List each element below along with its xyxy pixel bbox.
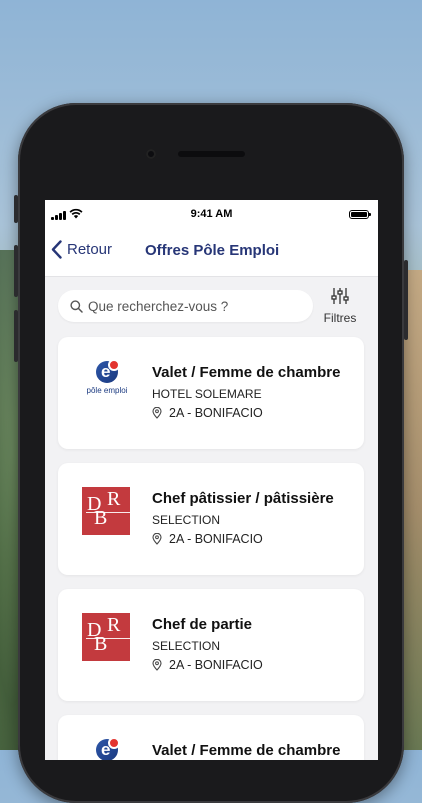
earpiece-speaker [178, 151, 245, 157]
search-input[interactable] [88, 298, 298, 314]
offer-card[interactable]: e Valet / Femme de chambre [58, 715, 364, 760]
battery-icon [349, 210, 371, 219]
offer-title: Valet / Femme de chambre [152, 364, 341, 381]
back-label: Retour [67, 241, 113, 258]
page-title: Offres Pôle Emploi [145, 242, 280, 259]
volume-down-button [14, 310, 18, 362]
volume-up-button [14, 245, 18, 297]
pole-emploi-logo-text: pôle emploi [86, 386, 128, 395]
sliders-icon [331, 288, 349, 304]
pole-emploi-logo: e pôle emploi [82, 359, 132, 411]
offer-location: 2A - BONIFACIO [152, 532, 263, 546]
db-logo: DRB [82, 487, 132, 537]
back-button[interactable]: Retour [51, 240, 112, 259]
offer-title: Chef de partie [152, 616, 253, 633]
offer-title: Chef pâtissier / pâtissière [152, 490, 334, 507]
offer-company: HOTEL SOLEMARE [152, 387, 262, 401]
front-camera [146, 149, 156, 159]
offer-company: SELECTION [152, 639, 221, 653]
location-pin-icon [152, 533, 162, 545]
navigation-bar: Retour Offres Pôle Emploi [45, 228, 378, 277]
search-row: Filtres [45, 277, 378, 327]
search-bar[interactable] [58, 290, 313, 322]
app-screen: 9:41 AM Retour Offres Pôle Emploi Que re… [45, 200, 378, 760]
offer-location: 2A - BONIFACIO [152, 406, 263, 420]
location-pin-icon [152, 407, 162, 419]
search-icon [70, 299, 83, 313]
mute-switch [14, 195, 18, 223]
status-time: 9:41 AM [190, 208, 233, 220]
offer-location-text: 2A - BONIFACIO [169, 406, 263, 420]
db-logo: DRB [82, 613, 132, 663]
offer-card[interactable]: e pôle emploi Valet / Femme de chambre H… [58, 337, 364, 449]
offer-company: SELECTION [152, 513, 221, 527]
filters-label: Filtres [323, 311, 357, 325]
offer-location-text: 2A - BONIFACIO [169, 532, 263, 546]
chevron-left-icon [51, 240, 62, 259]
status-bar: 9:41 AM [45, 200, 378, 228]
offer-card[interactable]: DRB Chef pâtissier / pâtissière SELECTIO… [58, 463, 364, 575]
offers-list: e pôle emploi Valet / Femme de chambre H… [58, 337, 365, 760]
offer-card[interactable]: DRB Chef de partie SELECTION 2A - BONIFA… [58, 589, 364, 701]
filters-button[interactable]: Filtres [320, 287, 360, 325]
offer-title: Valet / Femme de chambre [152, 742, 341, 759]
location-pin-icon [152, 659, 162, 671]
offer-location: 2A - BONIFACIO [152, 658, 263, 672]
offer-location-text: 2A - BONIFACIO [169, 658, 263, 672]
power-button [404, 260, 408, 340]
